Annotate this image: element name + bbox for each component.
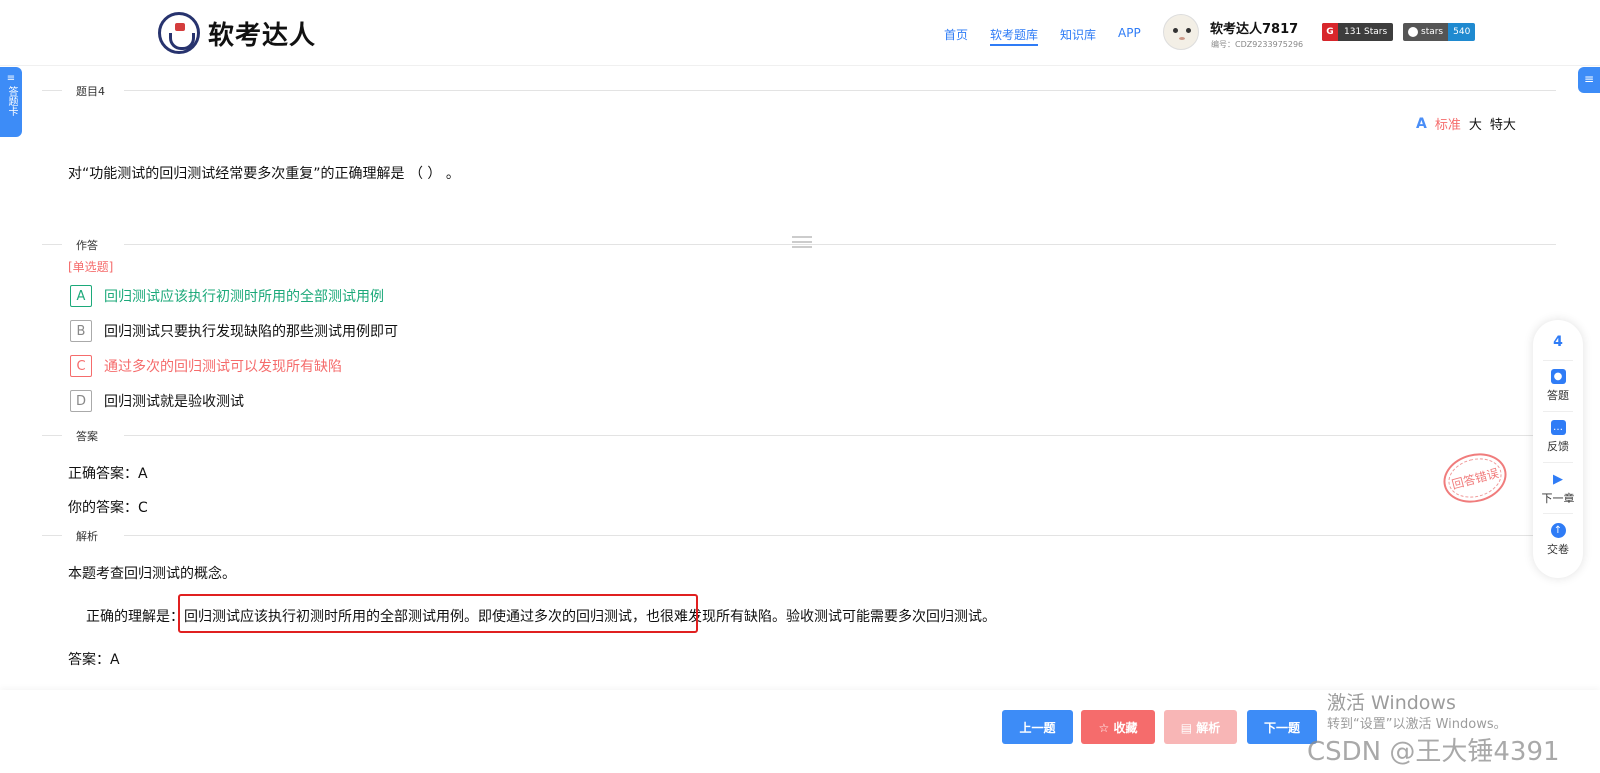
correct-answer: 正确答案：A bbox=[68, 466, 148, 482]
user-id: 编号：CDZ9233975296 bbox=[1211, 40, 1304, 49]
github-stars-badge[interactable]: stars 540 bbox=[1403, 23, 1476, 41]
github-stars-text: stars bbox=[1421, 27, 1444, 37]
analysis-section-label: 解析 bbox=[76, 530, 98, 543]
panel-next-chapter[interactable]: ▶ 下一章 bbox=[1533, 472, 1583, 506]
option-key: B bbox=[70, 320, 92, 342]
option-text: 回归测试就是验收测试 bbox=[104, 394, 244, 410]
option-text: 通过多次的回归测试可以发现所有缺陷 bbox=[104, 359, 342, 375]
divider bbox=[1543, 462, 1573, 463]
analysis-intro: 本题考查回归测试的概念。 bbox=[68, 566, 236, 582]
windows-activation-hint: 转到“设置”以激活 Windows。 bbox=[1327, 717, 1507, 732]
question-number: 4 bbox=[1553, 334, 1563, 350]
analysis-prefix: 正确的理解是： bbox=[86, 609, 184, 625]
avatar[interactable] bbox=[1163, 14, 1199, 50]
user-name[interactable]: 软考达人7817 bbox=[1210, 18, 1298, 37]
highlight-box bbox=[178, 594, 698, 633]
right-menu-tab[interactable]: ≡ bbox=[1578, 67, 1600, 93]
logo-icon bbox=[158, 12, 200, 54]
gitee-stars-text: 131 Stars bbox=[1344, 27, 1388, 37]
divider bbox=[124, 435, 1556, 436]
divider bbox=[1543, 411, 1573, 412]
analysis-suffix: 也很难发现所有缺陷。验收测试可能需要多次回归测试。 bbox=[646, 609, 996, 625]
panel-submit[interactable]: ↑ 交卷 bbox=[1533, 523, 1583, 557]
github-icon bbox=[1408, 27, 1418, 37]
panel-feedback[interactable]: … 反馈 bbox=[1533, 420, 1583, 454]
feedback-icon: … bbox=[1550, 420, 1566, 435]
skip-next-icon: ▶ bbox=[1553, 472, 1563, 487]
font-size-icon: A bbox=[1416, 115, 1427, 132]
divider bbox=[42, 90, 62, 91]
question-section-header: 题目4 bbox=[42, 81, 1556, 101]
analysis-section-header: 解析 bbox=[42, 526, 1556, 546]
option-d[interactable]: D 回归测试就是验收测试 bbox=[70, 390, 244, 412]
panel-feedback-label: 反馈 bbox=[1547, 440, 1569, 453]
divider bbox=[42, 435, 62, 436]
question-text: 对“功能测试的回归测试经常要多次重复”的正确理解是 （ ） 。 bbox=[68, 166, 460, 182]
analysis-button[interactable]: ▤ 解析 bbox=[1164, 710, 1237, 744]
option-key: A bbox=[70, 285, 92, 307]
gitee-icon: G bbox=[1322, 23, 1338, 41]
github-stars-label: stars bbox=[1403, 23, 1449, 41]
gitee-stars-badge[interactable]: G 131 Stars bbox=[1322, 23, 1394, 41]
option-a[interactable]: A 回归测试应该执行初测时所用的全部测试用例 bbox=[70, 285, 384, 307]
nav-app[interactable]: APP bbox=[1118, 26, 1141, 46]
nav-knowledge[interactable]: 知识库 bbox=[1060, 26, 1096, 46]
option-key: C bbox=[70, 355, 92, 377]
github-stars-count: 540 bbox=[1448, 23, 1476, 41]
option-key: D bbox=[70, 390, 92, 412]
page: 软考达人 首页 软考题库 知识库 APP 软考达人7817 编号：CDZ9233… bbox=[0, 0, 1600, 773]
nav-question-bank[interactable]: 软考题库 bbox=[990, 26, 1039, 46]
quick-action-panel: 4 ● 答题 … 反馈 ▶ 下一章 ↑ 交卷 bbox=[1533, 320, 1583, 578]
windows-activation-title: 激活 Windows bbox=[1327, 692, 1456, 714]
result-section-label: 答案 bbox=[76, 430, 98, 443]
answer-section-label: 作答 bbox=[76, 239, 98, 252]
result-section-header: 答案 bbox=[42, 426, 1556, 446]
panel-answer[interactable]: ● 答题 bbox=[1533, 369, 1583, 403]
divider bbox=[1543, 513, 1573, 514]
header: 软考达人 首页 软考题库 知识库 APP 软考达人7817 编号：CDZ9233… bbox=[0, 0, 1600, 66]
option-c[interactable]: C 通过多次的回归测试可以发现所有缺陷 bbox=[70, 355, 342, 377]
nav-home[interactable]: 首页 bbox=[944, 26, 968, 46]
wrong-answer-stamp: 回答错误 bbox=[1437, 446, 1513, 510]
drag-handle-icon[interactable] bbox=[792, 236, 812, 248]
divider bbox=[124, 244, 1556, 245]
answer-card-label: 答题卡 bbox=[6, 86, 17, 116]
analysis-answer: 答案：A bbox=[68, 652, 120, 668]
font-size-control: A 标准 大 特大 bbox=[1416, 114, 1516, 134]
question-section-label: 题目4 bbox=[76, 85, 105, 98]
csdn-watermark: CSDN @王大锤4391 bbox=[1307, 737, 1560, 767]
divider bbox=[124, 535, 1556, 536]
divider bbox=[1543, 360, 1573, 361]
logo[interactable]: 软考达人 bbox=[158, 12, 316, 54]
font-size-large[interactable]: 大 bbox=[1469, 114, 1482, 133]
favorite-button[interactable]: ☆ 收藏 bbox=[1081, 710, 1155, 744]
upload-icon: ↑ bbox=[1550, 523, 1566, 538]
main-nav: 首页 软考题库 知识库 APP bbox=[944, 26, 1163, 46]
panel-answer-label: 答题 bbox=[1547, 389, 1569, 402]
menu-icon: ≡ bbox=[6, 73, 16, 84]
prev-question-button[interactable]: 上一题 bbox=[1002, 710, 1073, 744]
divider bbox=[42, 244, 62, 245]
logo-text: 软考达人 bbox=[208, 20, 317, 51]
answer-icon: ● bbox=[1550, 369, 1566, 384]
option-b[interactable]: B 回归测试只要执行发现缺陷的那些测试用例即可 bbox=[70, 320, 398, 342]
divider bbox=[124, 90, 1556, 91]
option-text: 回归测试应该执行初测时所用的全部测试用例 bbox=[104, 289, 384, 305]
font-size-xlarge[interactable]: 特大 bbox=[1490, 114, 1516, 133]
font-size-standard[interactable]: 标准 bbox=[1435, 114, 1461, 133]
answer-card-tab[interactable]: ≡ 答题卡 bbox=[0, 67, 22, 137]
panel-submit-label: 交卷 bbox=[1547, 543, 1569, 556]
panel-next-chapter-label: 下一章 bbox=[1541, 492, 1575, 505]
question-type: [单选题] bbox=[68, 260, 114, 274]
your-answer: 你的答案：C bbox=[68, 500, 148, 516]
option-text: 回归测试只要执行发现缺陷的那些测试用例即可 bbox=[104, 324, 398, 340]
menu-icon: ≡ bbox=[1583, 72, 1595, 86]
divider bbox=[42, 535, 62, 536]
